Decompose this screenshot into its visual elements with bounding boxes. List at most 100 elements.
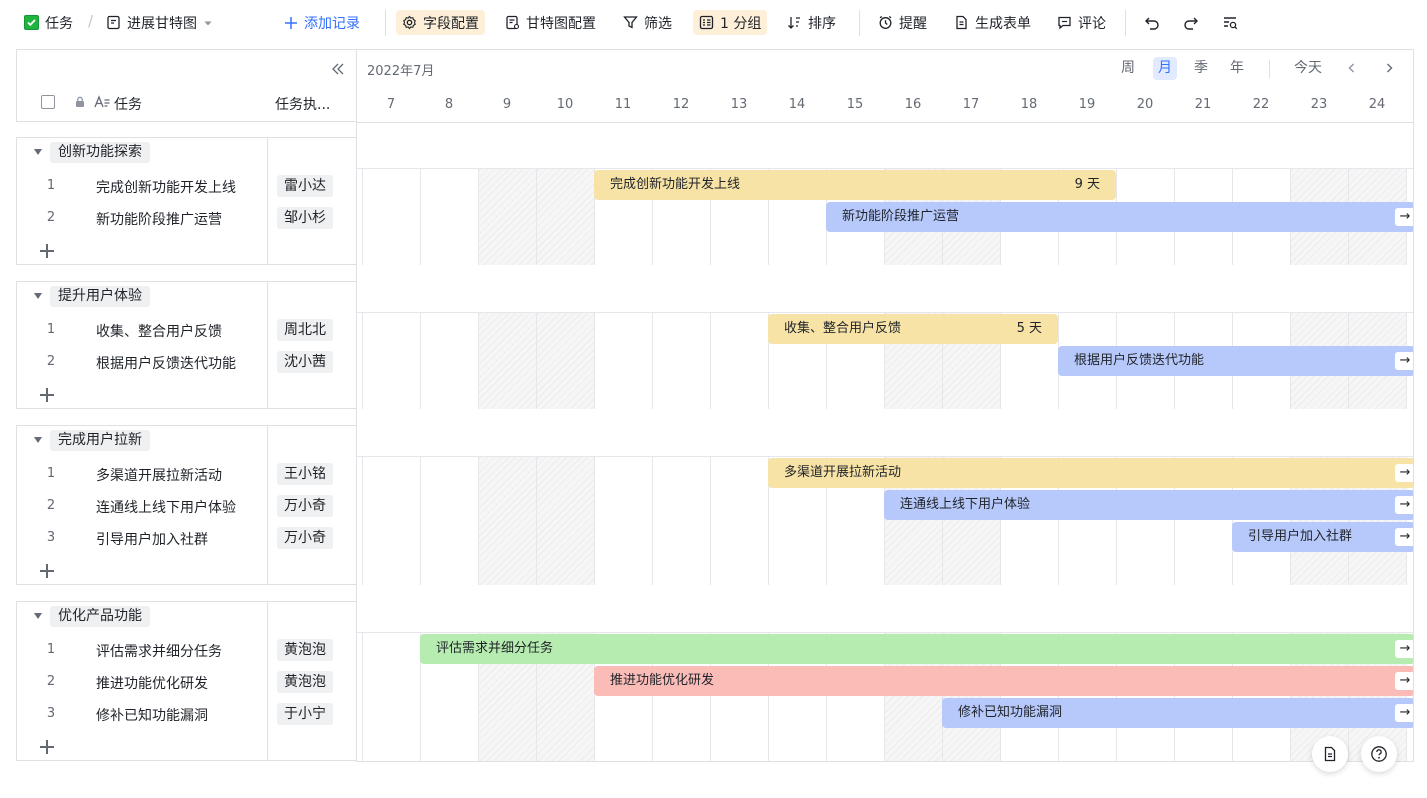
task-name[interactable]: 多渠道开展拉新活动 <box>96 465 222 485</box>
view-month-button[interactable]: 月 <box>1153 57 1177 80</box>
day-label: 20 <box>1136 97 1154 112</box>
field-config-label: 字段配置 <box>423 15 479 32</box>
sort-button[interactable]: 排序 <box>781 10 842 35</box>
generate-form-label: 生成表单 <box>975 15 1031 32</box>
gantt-bar[interactable]: 引导用户加入社群 → <box>1232 522 1413 552</box>
column-divider <box>267 602 268 760</box>
filter-button[interactable]: 筛选 <box>617 10 678 35</box>
continue-arrow-icon[interactable]: → <box>1395 352 1413 370</box>
view-year-button[interactable]: 年 <box>1225 57 1249 80</box>
task-name[interactable]: 新功能阶段推广运营 <box>96 209 222 229</box>
task-name[interactable]: 推进功能优化研发 <box>96 673 208 693</box>
undo-button[interactable] <box>1138 10 1166 35</box>
add-row-icon[interactable] <box>40 564 54 578</box>
timeline-group-body: 多渠道开展拉新活动 → 连通线上线下用户体验 → 引导用户加入社群 → <box>357 425 1413 585</box>
assignee-tag[interactable]: 周北北 <box>277 319 333 341</box>
gantt-bar[interactable]: 修补已知功能漏洞 → <box>942 698 1413 728</box>
assignee-tag[interactable]: 黄泡泡 <box>277 671 333 693</box>
continue-arrow-icon[interactable]: → <box>1395 672 1413 690</box>
gantt-bar[interactable]: 新功能阶段推广运营 → <box>826 202 1413 232</box>
add-row-icon[interactable] <box>40 740 54 754</box>
today-button[interactable]: 今天 <box>1289 57 1327 80</box>
select-all-checkbox[interactable] <box>41 95 55 109</box>
gantt-bar[interactable]: 连通线上线下用户体验 → <box>884 490 1413 520</box>
collapse-caret-icon[interactable] <box>34 613 42 619</box>
collapse-caret-icon[interactable] <box>34 149 42 155</box>
task-name[interactable]: 完成创新功能开发上线 <box>96 177 236 197</box>
day-label: 7 <box>386 97 396 112</box>
day-label: 18 <box>1020 97 1038 112</box>
gantt-config-button[interactable]: 甘特图配置 <box>499 10 602 35</box>
bar-duration: 9 天 <box>1074 177 1100 192</box>
assignee-tag[interactable]: 黄泡泡 <box>277 639 333 661</box>
task-name[interactable]: 评估需求并细分任务 <box>96 641 222 661</box>
task-column-header[interactable]: 任务 <box>114 94 142 114</box>
task-name[interactable]: 引导用户加入社群 <box>96 529 208 549</box>
bar-label: 多渠道开展拉新活动 <box>784 465 902 480</box>
group-button[interactable]: 1 分组 <box>693 10 768 35</box>
gantt-bar[interactable]: 评估需求并细分任务 → <box>420 634 1413 664</box>
continue-arrow-icon[interactable]: → <box>1395 496 1413 514</box>
caret-down-icon <box>204 21 212 25</box>
view-name: 进展甘特图 <box>127 15 197 32</box>
assignee-tag[interactable]: 邹小杉 <box>277 207 333 229</box>
search-list-icon <box>1224 16 1238 29</box>
continue-arrow-icon[interactable]: → <box>1395 208 1413 226</box>
assignee-tag[interactable]: 于小宁 <box>277 703 333 725</box>
task-list-header: 任务 任务执... <box>16 49 356 122</box>
day-label: 10 <box>556 97 574 112</box>
add-row-icon[interactable] <box>40 244 54 258</box>
redo-icon <box>1184 17 1198 30</box>
timeline-group-body: 评估需求并细分任务 → 推进功能优化研发 → 修补已知功能漏洞 → <box>357 601 1413 761</box>
gantt-bar[interactable]: 收集、整合用户反馈 5 天 <box>768 314 1058 344</box>
add-row-icon[interactable] <box>40 388 54 402</box>
field-config-button[interactable]: 字段配置 <box>396 10 485 35</box>
reminder-button[interactable]: 提醒 <box>872 10 933 35</box>
assignee-tag[interactable]: 雷小达 <box>277 175 333 197</box>
assignee-column-header[interactable]: 任务执... <box>275 94 330 114</box>
document-icon <box>1324 746 1336 762</box>
view-week-button[interactable]: 周 <box>1116 57 1140 80</box>
gantt-bar[interactable]: 多渠道开展拉新活动 → <box>768 458 1413 488</box>
collapse-caret-icon[interactable] <box>34 293 42 299</box>
bar-label: 收集、整合用户反馈 <box>784 321 902 336</box>
gantt-bar[interactable]: 推进功能优化研发 → <box>594 666 1413 696</box>
gantt-bar[interactable]: 完成创新功能开发上线 9 天 <box>594 170 1116 200</box>
toolbar-divider <box>385 10 386 36</box>
continue-arrow-icon[interactable]: → <box>1395 464 1413 482</box>
table-switcher[interactable]: 任务 <box>18 10 79 35</box>
task-name[interactable]: 收集、整合用户反馈 <box>96 321 222 341</box>
undo-icon <box>1145 17 1159 30</box>
gantt-bar[interactable]: 根据用户反馈迭代功能 → <box>1058 346 1413 376</box>
continue-arrow-icon[interactable]: → <box>1395 640 1413 658</box>
row-number: 2 <box>46 354 56 369</box>
doc-float-button[interactable] <box>1312 736 1348 772</box>
column-divider <box>267 426 268 584</box>
continue-arrow-icon[interactable]: → <box>1395 528 1413 546</box>
assignee-tag[interactable]: 万小奇 <box>277 495 333 517</box>
add-record-label: 添加记录 <box>304 15 360 32</box>
prev-icon[interactable] <box>1346 62 1358 74</box>
assignee-tag[interactable]: 王小铭 <box>277 463 333 485</box>
add-record-button[interactable]: 添加记录 <box>278 10 366 35</box>
view-quarter-button[interactable]: 季 <box>1189 57 1213 80</box>
comment-button[interactable]: 评论 <box>1051 10 1112 35</box>
help-float-button[interactable] <box>1361 736 1397 772</box>
collapse-left-icon[interactable] <box>331 62 345 76</box>
continue-arrow-icon[interactable]: → <box>1395 704 1413 722</box>
sort-label: 排序 <box>808 15 836 32</box>
assignee-tag[interactable]: 万小奇 <box>277 527 333 549</box>
task-name[interactable]: 根据用户反馈迭代功能 <box>96 353 236 373</box>
filter-label: 筛选 <box>644 15 672 32</box>
task-name[interactable]: 连通线上线下用户体验 <box>96 497 236 517</box>
group-header-band <box>357 425 1413 457</box>
next-icon[interactable] <box>1383 62 1395 74</box>
collapse-caret-icon[interactable] <box>34 437 42 443</box>
search-records-button[interactable] <box>1216 10 1244 35</box>
task-name[interactable]: 修补已知功能漏洞 <box>96 705 208 725</box>
group-icon <box>699 15 714 30</box>
assignee-tag[interactable]: 沈小茜 <box>277 351 333 373</box>
redo-button[interactable] <box>1177 10 1205 35</box>
generate-form-button[interactable]: 生成表单 <box>948 10 1037 35</box>
view-switcher[interactable]: 进展甘特图 <box>100 10 219 35</box>
